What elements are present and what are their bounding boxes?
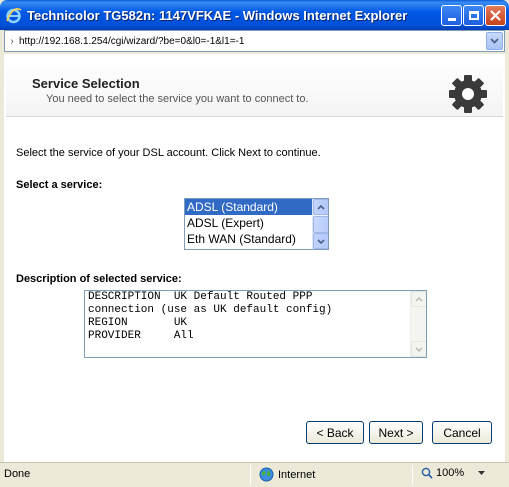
cancel-button[interactable]: Cancel [432,421,492,444]
page-icon: › [10,35,14,47]
page-subtitle: You need to select the service you want … [46,93,309,105]
zoom-control[interactable]: 100% [421,467,486,479]
globe-icon [259,467,274,482]
window-title: Technicolor TG582n: 1147VFKAE - Windows … [27,7,408,23]
description-scrollbar[interactable] [410,291,426,357]
chevron-down-icon [317,238,325,244]
status-divider [250,465,251,485]
select-service-label: Select a service: [16,179,103,191]
description-label: Description of selected service: [16,273,182,285]
address-dropdown-button[interactable] [486,32,503,50]
wizard-header: Service Selection You need to select the… [6,59,503,117]
address-bar[interactable]: › http://192.168.1.254/cgi/wizard/?be=0&… [4,30,505,52]
service-option-adsl-expert[interactable]: ADSL (Expert) [185,215,328,231]
status-bar: Done Internet 100% [0,462,509,487]
service-list-scrollbar[interactable] [312,199,328,249]
zone-label: Internet [278,468,316,481]
page-content: Service Selection You need to select the… [4,54,505,462]
chevron-down-icon [478,470,486,475]
scroll-thumb[interactable] [313,216,328,233]
service-listbox[interactable]: ADSL (Standard) ADSL (Expert) Eth WAN (S… [184,198,329,250]
zoom-level: 100% [436,467,465,479]
maximize-icon [468,11,479,20]
description-textarea[interactable]: DESCRIPTION UK Default Routed PPP connec… [84,290,427,358]
chevron-down-icon [415,346,423,352]
chevron-up-icon [317,204,325,210]
status-divider [412,465,413,485]
description-line: PROVIDER All [88,330,194,342]
minimize-icon [447,18,456,21]
next-button[interactable]: Next > [369,421,423,444]
chevron-down-icon [490,38,499,44]
address-text[interactable]: http://192.168.1.254/cgi/wizard/?be=0&l0… [19,36,486,47]
description-line: REGION UK [88,317,188,329]
service-option-adsl-standard[interactable]: ADSL (Standard) [185,199,328,215]
description-line: connection (use as UK default config) [88,304,333,316]
intro-text: Select the service of your DSL account. … [16,147,321,159]
scroll-up-button[interactable] [411,291,426,307]
window-titlebar[interactable]: Technicolor TG582n: 1147VFKAE - Windows … [0,0,509,30]
close-button[interactable] [485,5,506,26]
zoom-icon [421,467,433,479]
security-zone[interactable]: Internet [259,467,315,482]
scroll-down-button[interactable] [313,233,328,249]
scroll-down-button[interactable] [411,341,426,357]
gear-icon [449,75,487,113]
service-option-eth-wan-standard[interactable]: Eth WAN (Standard) [185,231,328,247]
minimize-button[interactable] [441,5,462,26]
chevron-up-icon [415,296,423,302]
maximize-button[interactable] [463,5,484,26]
status-text: Done [4,468,31,480]
close-icon [490,10,501,21]
page-title: Service Selection [32,76,140,91]
scroll-up-button[interactable] [313,199,328,215]
back-button[interactable]: < Back [306,421,364,444]
ie-logo-icon [4,6,22,24]
description-line: DESCRIPTION UK Default Routed PPP [88,291,313,303]
